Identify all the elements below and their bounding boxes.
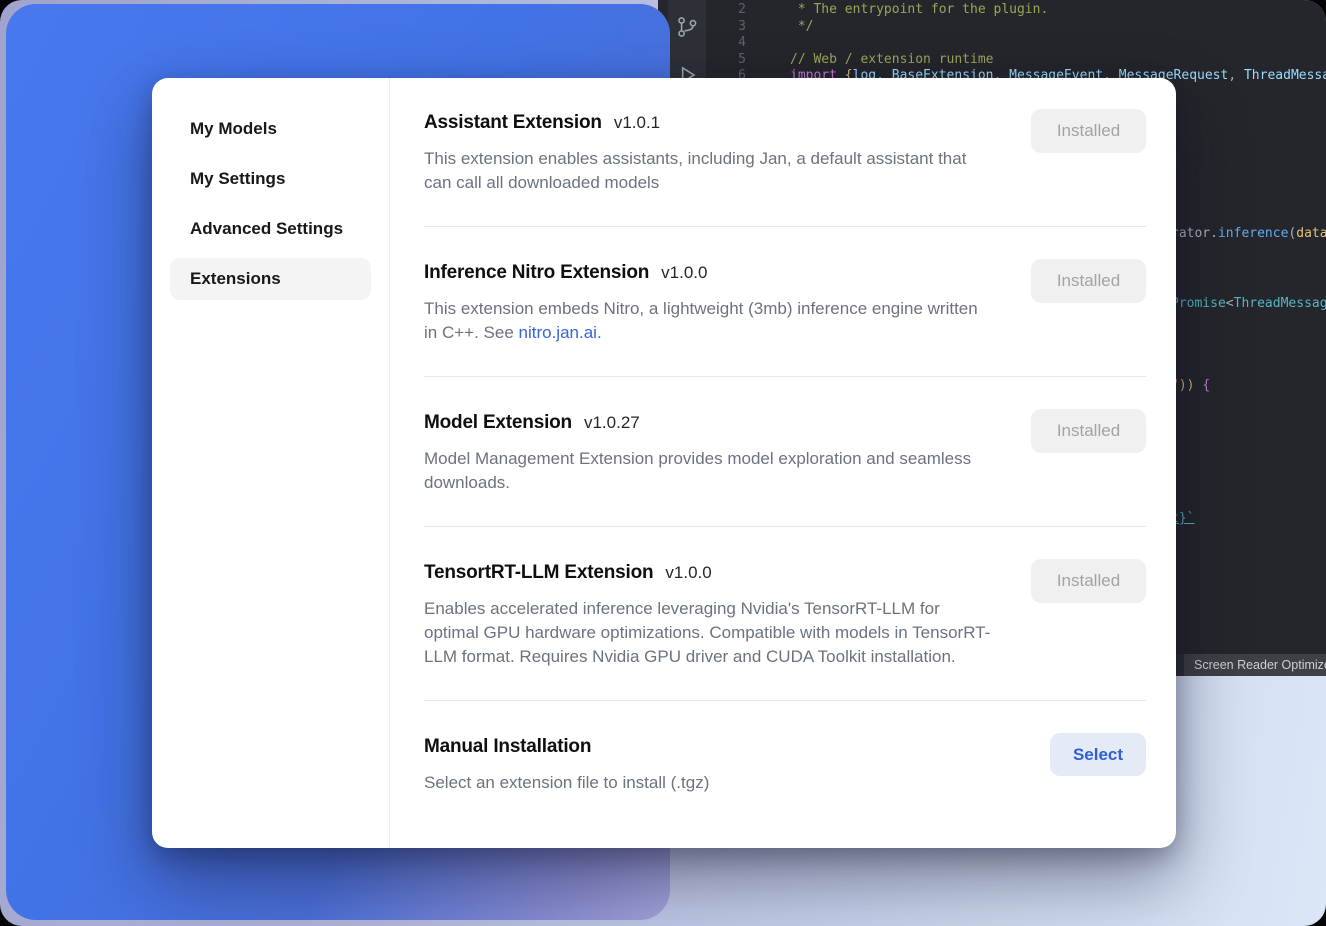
extension-info: Model Extension v1.0.27 Model Management…	[424, 411, 1031, 495]
extensions-panel: Assistant Extension v1.0.1 This extensio…	[390, 78, 1176, 848]
line-number: 3	[706, 19, 746, 36]
extension-row-nitro: Inference Nitro Extension v1.0.0 This ex…	[424, 227, 1146, 376]
extension-name: Model Extension	[424, 411, 572, 435]
extension-name: TensortRT-LLM Extension	[424, 561, 653, 585]
manual-installation-row: Manual Installation Select an extension …	[424, 701, 1146, 818]
code-line: 2 * The entrypoint for the plugin.	[706, 2, 1326, 19]
code-line: 4	[706, 35, 1326, 52]
extension-version: v1.0.0	[665, 563, 711, 583]
code-fragment: Promise<ThreadMessage>	[1171, 296, 1326, 313]
extension-version: v1.0.27	[584, 413, 640, 433]
extension-row-tensorrt: TensortRT-LLM Extension v1.0.0 Enables a…	[424, 527, 1146, 700]
extension-header: Manual Installation	[424, 735, 1014, 759]
screen-reader-mode-badge[interactable]: Screen Reader Optimized	[1184, 654, 1326, 676]
line-number: 5	[706, 52, 746, 69]
code-line: 3 */	[706, 19, 1326, 36]
manual-installation-description: Select an extension file to install (.tg…	[424, 771, 1009, 795]
installed-button: Installed	[1031, 259, 1146, 303]
extension-description: This extension enables assistants, inclu…	[424, 147, 995, 195]
extension-version: v1.0.1	[614, 113, 660, 133]
code-text	[746, 35, 790, 52]
extension-description: This extension embeds Nitro, a lightweig…	[424, 297, 995, 345]
code-text: * The entrypoint for the plugin.	[746, 2, 1048, 19]
extension-version: v1.0.0	[661, 263, 707, 283]
code-line: 5// Web / extension runtime	[706, 52, 1326, 69]
extension-info: TensortRT-LLM Extension v1.0.0 Enables a…	[424, 561, 1031, 669]
sidebar-item-my-models[interactable]: My Models	[170, 108, 371, 150]
nitro-jan-ai-link[interactable]: nitro.jan.ai.	[519, 323, 602, 342]
extension-header: Inference Nitro Extension v1.0.0	[424, 261, 995, 285]
extension-info: Manual Installation Select an extension …	[424, 735, 1050, 795]
extension-row-assistant: Assistant Extension v1.0.1 This extensio…	[424, 78, 1146, 226]
extension-info: Assistant Extension v1.0.1 This extensio…	[424, 111, 1031, 195]
screenshot-canvas: 2 * The entrypoint for the plugin. 3 */ …	[0, 0, 1326, 926]
line-number: 2	[706, 2, 746, 19]
sidebar-item-advanced-settings[interactable]: Advanced Settings	[170, 208, 371, 250]
extension-description: Enables accelerated inference leveraging…	[424, 597, 995, 669]
manual-installation-title: Manual Installation	[424, 735, 591, 759]
code-fragment: ")) {	[1171, 378, 1210, 395]
extension-header: TensortRT-LLM Extension v1.0.0	[424, 561, 995, 585]
sidebar-item-extensions[interactable]: Extensions	[170, 258, 371, 300]
code-fragment: rator.inference(data));	[1171, 226, 1326, 243]
installed-button: Installed	[1031, 109, 1146, 153]
source-control-icon[interactable]	[674, 14, 700, 40]
description-text: This extension embeds Nitro, a lightweig…	[424, 299, 978, 342]
extension-info: Inference Nitro Extension v1.0.0 This ex…	[424, 261, 1031, 345]
settings-modal: My Models My Settings Advanced Settings …	[152, 78, 1176, 848]
code-area[interactable]: 2 * The entrypoint for the plugin. 3 */ …	[706, 2, 1326, 85]
installed-button: Installed	[1031, 409, 1146, 453]
extension-name: Inference Nitro Extension	[424, 261, 649, 285]
extension-header: Model Extension v1.0.27	[424, 411, 995, 435]
select-file-button[interactable]: Select	[1050, 733, 1146, 776]
extension-description: Model Management Extension provides mode…	[424, 447, 995, 495]
code-text: */	[746, 19, 813, 36]
extension-header: Assistant Extension v1.0.1	[424, 111, 995, 135]
settings-sidebar: My Models My Settings Advanced Settings …	[152, 78, 390, 848]
extension-row-model: Model Extension v1.0.27 Model Management…	[424, 377, 1146, 526]
extension-name: Assistant Extension	[424, 111, 602, 135]
code-text: // Web / extension runtime	[746, 52, 994, 69]
line-number: 4	[706, 35, 746, 52]
sidebar-item-my-settings[interactable]: My Settings	[170, 158, 371, 200]
installed-button: Installed	[1031, 559, 1146, 603]
